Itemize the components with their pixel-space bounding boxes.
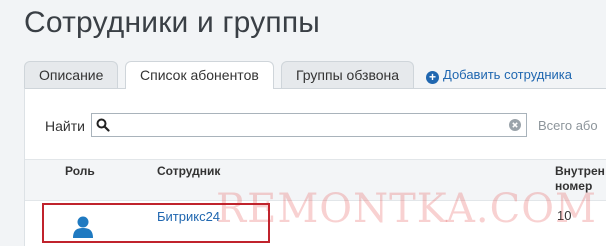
total-count-text: Всего або: [538, 118, 598, 133]
search-box[interactable]: [91, 113, 527, 137]
tabs-bar: Описание Список абонентов Группы обзвона…: [24, 61, 606, 89]
add-employee-link[interactable]: + Добавить сотрудника: [426, 61, 572, 88]
column-header-role: Роль: [65, 164, 95, 178]
tab-call-groups[interactable]: Группы обзвона: [281, 61, 415, 88]
clear-icon[interactable]: [509, 119, 521, 131]
add-employee-label: Добавить сотрудника: [443, 67, 572, 82]
search-icon: [96, 118, 110, 132]
employee-link[interactable]: Битрикс24: [157, 209, 220, 224]
extension-number: 10: [557, 208, 572, 223]
column-header-extension-line1: Внутрен: [555, 164, 605, 178]
table-row: Битрикс24 10: [25, 201, 606, 246]
table-header: Роль Сотрудник Внутрен номер: [25, 159, 606, 201]
search-row: Найти Всего або: [25, 89, 606, 159]
column-header-extension-line2: номер: [555, 179, 593, 193]
user-icon: [73, 216, 93, 238]
tab-description[interactable]: Описание: [24, 61, 119, 88]
tab-subscriber-list[interactable]: Список абонентов: [125, 61, 274, 89]
column-header-employee: Сотрудник: [157, 164, 221, 178]
content-panel: Найти Всего або Роль Сотрудник Внутрен н…: [24, 88, 606, 246]
search-label: Найти: [45, 118, 85, 134]
search-input[interactable]: [116, 116, 506, 134]
page-title: Сотрудники и группы: [24, 6, 321, 39]
plus-circle-icon: +: [426, 71, 439, 84]
